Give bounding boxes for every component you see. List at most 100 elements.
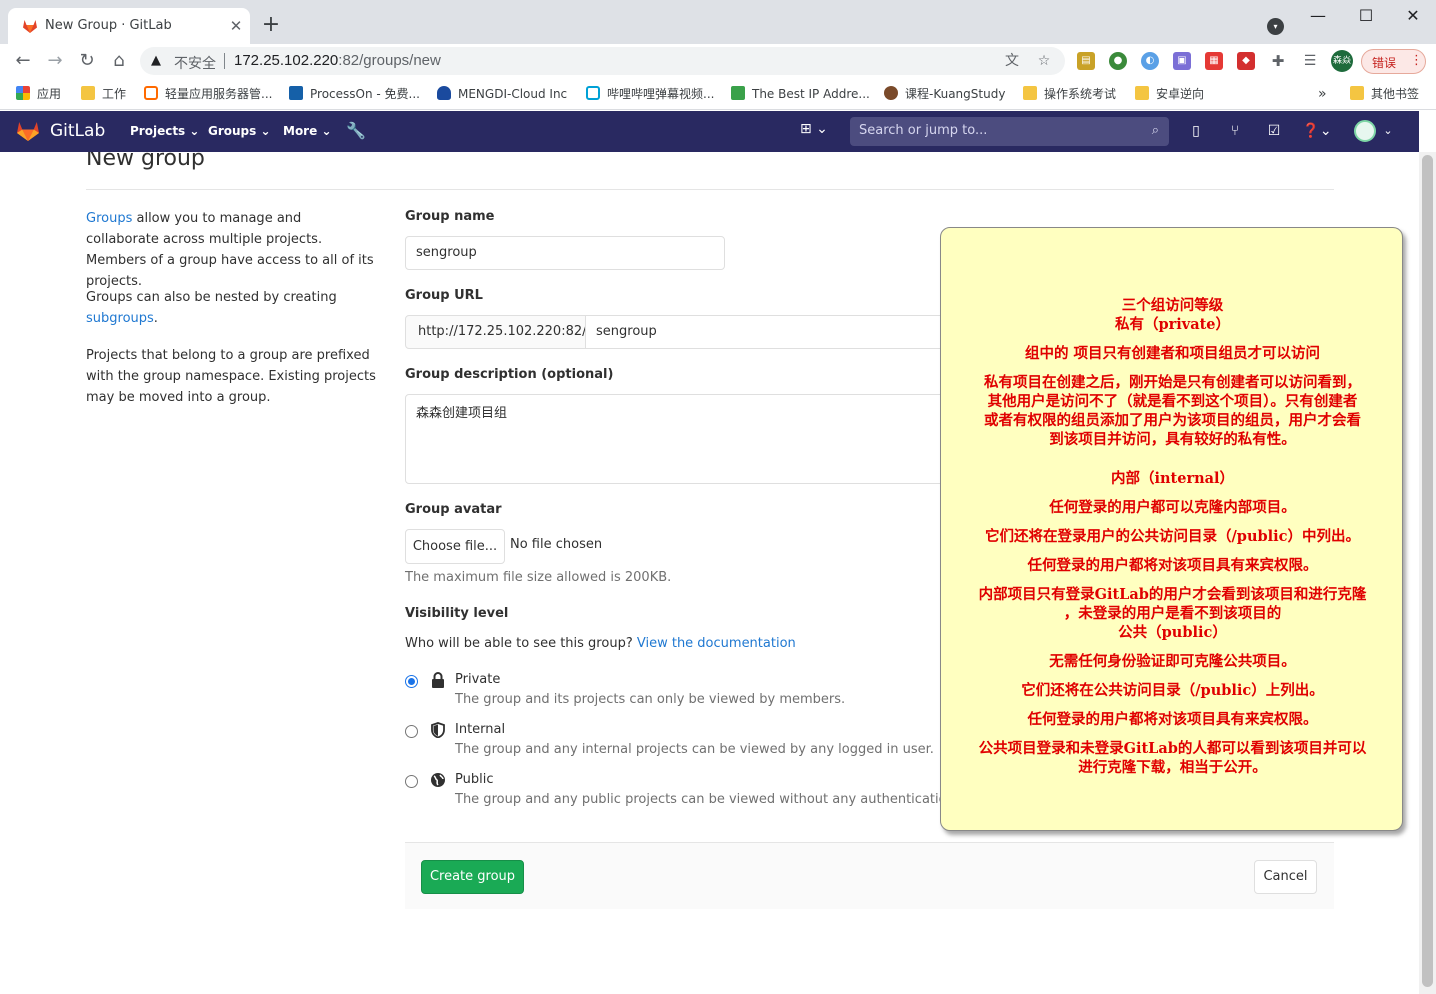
cancel-button[interactable]: Cancel — [1254, 860, 1317, 894]
note-line: 任何登录的用户都将对该项目具有来宾权限。 — [1027, 557, 1318, 574]
home-icon[interactable]: ⌂ — [107, 49, 131, 73]
view-documentation-link[interactable]: View the documentation — [637, 636, 796, 651]
nav-groups[interactable]: Groups ⌄ — [208, 124, 271, 138]
bookmark-item[interactable]: The Best IP Addre... — [731, 84, 870, 104]
tab-close-icon[interactable]: ✕ — [226, 16, 246, 36]
visibility-question: Who will be able to see this group? View… — [405, 636, 796, 651]
bookmark-star-icon[interactable]: ☆ — [1035, 52, 1053, 70]
browser-tab[interactable]: New Group · GitLab ✕ — [8, 8, 250, 44]
visibility-public-title[interactable]: Public — [455, 772, 493, 787]
cloud-icon — [144, 86, 158, 100]
chevron-down-icon[interactable]: ⌄ — [1378, 121, 1398, 141]
warning-icon[interactable]: ▲ — [151, 53, 161, 68]
visibility-public-radio[interactable] — [405, 775, 418, 788]
sidebar-text: . — [153, 311, 158, 326]
browser-toolbar: ← → ↻ ⌂ ▲ 不安全 172.25.102.220:82/groups/n… — [0, 44, 1436, 78]
merge-requests-icon[interactable]: ⑂ — [1225, 121, 1245, 141]
bookmark-item[interactable]: MENGDI-Cloud Inc — [437, 84, 567, 104]
scrollbar-thumb[interactable] — [1422, 155, 1433, 987]
visibility-private-title[interactable]: Private — [455, 672, 500, 687]
maximize-window-icon[interactable]: ☐ — [1351, 6, 1381, 26]
extension-browser-icon[interactable]: ◐ — [1141, 52, 1159, 70]
visibility-internal-radio[interactable] — [405, 725, 418, 738]
note-line: 它们还将在登录用户的公共访问目录（/public）中列出。 — [985, 528, 1360, 545]
nav-projects[interactable]: Projects ⌄ — [130, 124, 199, 138]
other-bookmarks[interactable]: 其他书签 — [1350, 84, 1419, 104]
bookmark-item[interactable]: ProcessOn - 免费... — [289, 84, 420, 104]
title-divider — [86, 189, 1334, 190]
choose-file-button[interactable]: Choose file... — [405, 529, 505, 564]
translate-icon[interactable]: 文 — [1003, 52, 1021, 70]
address-url[interactable]: 172.25.102.220:82/groups/new — [234, 52, 441, 69]
group-url-label: Group URL — [405, 288, 483, 303]
admin-wrench-icon[interactable]: 🔧 — [346, 121, 366, 140]
gitlab-header: GitLab Projects ⌄ Groups ⌄ More ⌄ 🔧 ⊞ ⌄ … — [0, 111, 1419, 152]
group-name-label: Group name — [405, 209, 495, 224]
create-group-button[interactable]: Create group — [421, 860, 524, 894]
bookmark-item[interactable]: 课程-KuangStudy — [884, 84, 1005, 104]
extension-save-icon[interactable]: ▣ — [1173, 52, 1191, 70]
extension-red-icon[interactable]: ▦ — [1205, 52, 1223, 70]
note-line: 它们还将在公共访问目录（/public）上列出。 — [1021, 682, 1324, 699]
bookmark-item[interactable]: 操作系统考试 — [1023, 84, 1116, 104]
tab-title: New Group · GitLab — [45, 18, 172, 33]
security-status[interactable]: 不安全 — [174, 53, 216, 73]
bookmark-item[interactable]: 工作 — [81, 84, 126, 104]
group-name-input[interactable]: sengroup — [405, 236, 725, 270]
extension-dice-icon[interactable]: ◆ — [1237, 52, 1255, 70]
visibility-public-desc: The group and any public projects can be… — [455, 792, 959, 807]
sidebar-paragraph-groups: Groups allow you to manage and collabora… — [86, 208, 376, 292]
gitlab-logo-icon[interactable] — [16, 120, 40, 142]
page-scrollbar[interactable] — [1419, 152, 1436, 994]
globe-icon — [429, 772, 447, 790]
bookmark-item[interactable]: 安卓逆向 — [1135, 84, 1204, 104]
close-window-icon[interactable]: ✕ — [1398, 6, 1428, 26]
sidebar-paragraph-namespace: Projects that belong to a group are pref… — [86, 348, 376, 405]
profile-avatar[interactable]: 森焱 — [1331, 50, 1353, 72]
search-input[interactable]: Search or jump to... ⌕ — [850, 117, 1169, 146]
tab-search-icon[interactable]: ▾ — [1267, 18, 1284, 35]
nav-more[interactable]: More ⌄ — [283, 124, 332, 138]
nav-label: More — [283, 124, 318, 138]
browser-tabstrip: New Group · GitLab ✕ + ▾ — ☐ ✕ — [0, 0, 1436, 44]
visibility-level-label: Visibility level — [405, 606, 509, 621]
extension-globe-icon[interactable]: ● — [1109, 52, 1127, 70]
bookmark-label: 工作 — [102, 87, 127, 101]
bookmark-item[interactable]: 哔哩哔哩弹幕视频... — [586, 84, 714, 104]
bookmark-item[interactable]: 应用 — [16, 84, 61, 104]
sidebar-paragraph-subgroups: Groups can also be nested by creating su… — [86, 287, 376, 329]
form-actions: Create group Cancel — [405, 842, 1334, 909]
help-icon[interactable]: ❓⌄ — [1300, 121, 1334, 141]
issues-icon[interactable]: ▯ — [1186, 121, 1206, 141]
new-tab-icon[interactable]: + — [258, 12, 284, 38]
reload-icon[interactable]: ↻ — [75, 49, 99, 73]
extensions-puzzle-icon[interactable]: ✚ — [1269, 52, 1287, 70]
bookmark-label: ProcessOn - 免费... — [310, 87, 420, 101]
gitlab-brand[interactable]: GitLab — [50, 121, 105, 141]
bookmark-item[interactable]: 轻量应用服务器管... — [144, 84, 272, 104]
bookmark-label: The Best IP Addre... — [752, 87, 870, 101]
visibility-question-text: Who will be able to see this group? — [405, 636, 633, 651]
new-item-plus-icon[interactable]: ⊞ ⌄ — [800, 121, 828, 137]
minimize-window-icon[interactable]: — — [1303, 6, 1333, 26]
group-url-input[interactable]: sengroup — [585, 315, 945, 349]
nav-label: Projects — [130, 124, 186, 138]
group-description-textarea[interactable]: 森森创建项目组 — [405, 394, 945, 484]
address-bar[interactable]: ▲ 不安全 172.25.102.220:82/groups/new 文 ☆ — [140, 47, 1065, 75]
note-line: ，未登录的用户是看不到该项目的 — [1063, 605, 1282, 622]
todos-icon[interactable]: ☑ — [1264, 121, 1284, 141]
note-line: 公共项目登录和未登录GitLab的人都可以看到该项目并可以 — [978, 740, 1367, 757]
file-status-text: No file chosen — [510, 537, 603, 552]
bookmarks-overflow-icon[interactable]: » — [1318, 84, 1327, 104]
visibility-private-radio[interactable] — [405, 675, 418, 688]
visibility-internal-title[interactable]: Internal — [455, 722, 505, 737]
groups-link[interactable]: Groups — [86, 211, 132, 226]
back-icon[interactable]: ← — [11, 49, 35, 73]
forward-icon[interactable]: → — [43, 49, 67, 73]
user-avatar[interactable] — [1354, 120, 1376, 142]
extension-notes-icon[interactable]: ▤ — [1077, 52, 1095, 70]
reading-list-icon[interactable]: ☰ — [1301, 52, 1319, 70]
error-button[interactable]: 错误 ⋮ — [1361, 49, 1426, 74]
folder-icon — [1023, 86, 1037, 100]
subgroups-link[interactable]: subgroups — [86, 311, 154, 326]
